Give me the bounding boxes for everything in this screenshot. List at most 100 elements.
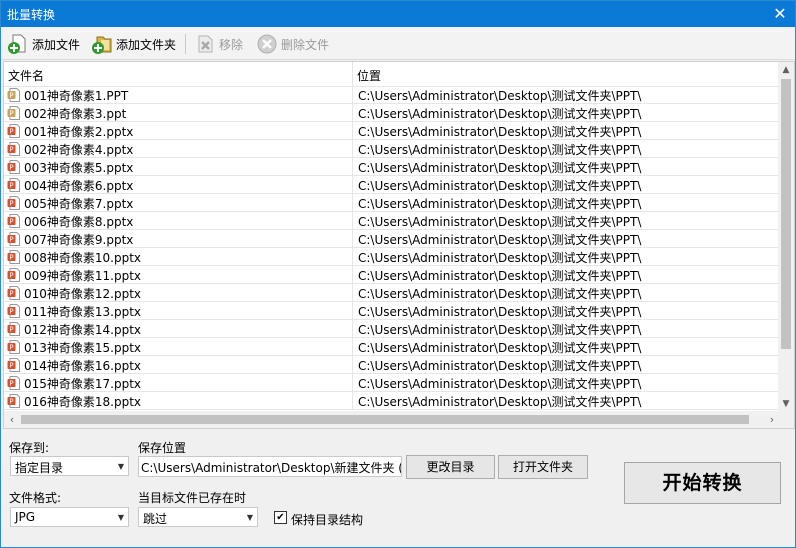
file-list[interactable]: 文件名 位置 P 001神奇像素1.PPT C:\Users\Administrat…	[3, 61, 795, 429]
file-path-cell: C:\Users\Administrator\Desktop\测试文件夹\PPT…	[358, 179, 642, 193]
pptx-file-icon: P	[7, 286, 20, 300]
table-row[interactable]: P 012神奇像素14.pptx C:\Users\Administrator\De…	[4, 320, 780, 338]
svg-text:P: P	[9, 164, 13, 172]
scroll-right-icon[interactable]: ›	[764, 411, 780, 428]
svg-text:P: P	[9, 380, 13, 388]
column-divider[interactable]	[352, 62, 353, 86]
svg-text:P: P	[9, 398, 13, 406]
cell-divider	[352, 320, 353, 338]
svg-text:P: P	[9, 182, 13, 190]
file-name-cell: 009神奇像素11.pptx	[24, 269, 142, 283]
keep-structure-checkbox[interactable]: ✔	[274, 511, 287, 524]
file-format-select[interactable]: JPG ▼	[10, 507, 129, 527]
dropdown-arrow-icon: ▼	[246, 513, 253, 522]
table-row[interactable]: P 002神奇像素4.pptx C:\Users\Administrator\Des…	[4, 140, 780, 158]
file-exists-value: 跳过	[143, 512, 168, 526]
file-path-cell: C:\Users\Administrator\Desktop\测试文件夹\PPT…	[358, 161, 642, 175]
table-row[interactable]: P 004神奇像素6.pptx C:\Users\Administrator\Des…	[4, 176, 780, 194]
delete-file-button[interactable]: 删除文件	[256, 32, 329, 56]
svg-text:P: P	[9, 146, 13, 154]
remove-button[interactable]: 移除	[194, 32, 243, 56]
horizontal-scrollbar[interactable]: ‹ ›	[4, 411, 794, 428]
table-row[interactable]: P 011神奇像素13.pptx C:\Users\Administrator\De…	[4, 302, 780, 320]
pptx-file-icon: P	[7, 232, 20, 246]
pptx-file-icon: P	[7, 304, 20, 318]
cell-divider	[352, 122, 353, 140]
cell-divider	[352, 212, 353, 230]
save-to-select[interactable]: 指定目录 ▼	[10, 456, 129, 476]
cell-divider	[352, 374, 353, 392]
file-rows: P 001神奇像素1.PPT C:\Users\Administrator\Desk…	[4, 86, 780, 412]
vertical-scroll-thumb[interactable]	[781, 79, 791, 349]
ppt-file-icon: P	[7, 106, 20, 120]
file-name-cell: 007神奇像素9.pptx	[24, 233, 134, 247]
cell-divider	[352, 248, 353, 266]
pptx-file-icon: P	[7, 376, 20, 390]
close-icon[interactable]: ✕	[765, 1, 795, 27]
open-folder-button[interactable]: 打开文件夹	[498, 455, 588, 479]
file-path-cell: C:\Users\Administrator\Desktop\测试文件夹\PPT…	[358, 341, 642, 355]
pptx-file-icon: P	[7, 160, 20, 174]
table-row[interactable]: P 001神奇像素1.PPT C:\Users\Administrator\Desk…	[4, 86, 780, 104]
table-row[interactable]: P 003神奇像素5.pptx C:\Users\Administrator\Des…	[4, 158, 780, 176]
file-path-cell: C:\Users\Administrator\Desktop\测试文件夹\PPT…	[358, 269, 642, 283]
save-location-value: C:\Users\Administrator\Desktop\新建文件夹 (2)	[141, 461, 402, 475]
scroll-up-icon[interactable]: ▲	[778, 62, 794, 78]
file-path-cell: C:\Users\Administrator\Desktop\测试文件夹\PPT…	[358, 143, 642, 157]
add-folder-button[interactable]: 添加文件夹	[91, 32, 176, 56]
pptx-file-icon: P	[7, 268, 20, 282]
table-row[interactable]: P 014神奇像素16.pptx C:\Users\Administrator\De…	[4, 356, 780, 374]
start-convert-button[interactable]: 开始转换	[624, 462, 781, 504]
remove-icon	[198, 35, 213, 53]
scroll-down-icon[interactable]: ▼	[778, 396, 794, 412]
cell-divider	[352, 302, 353, 320]
scroll-left-icon[interactable]: ‹	[4, 411, 20, 428]
svg-text:P: P	[9, 272, 13, 280]
svg-text:P: P	[9, 308, 13, 316]
file-name-cell: 001神奇像素1.PPT	[24, 89, 129, 103]
vertical-scrollbar[interactable]: ▲ ▼	[778, 62, 794, 412]
pptx-file-icon: P	[7, 142, 20, 156]
change-directory-button[interactable]: 更改目录	[406, 455, 495, 479]
save-to-label: 保存到:	[9, 441, 50, 455]
pptx-file-icon: P	[7, 178, 20, 192]
file-name-cell: 011神奇像素13.pptx	[24, 305, 142, 319]
dropdown-arrow-icon: ▼	[117, 462, 124, 471]
save-location-field[interactable]: C:\Users\Administrator\Desktop\新建文件夹 (2)	[138, 456, 402, 477]
save-to-value: 指定目录	[15, 461, 64, 475]
cell-divider	[352, 176, 353, 194]
file-path-cell: C:\Users\Administrator\Desktop\测试文件夹\PPT…	[358, 251, 642, 265]
table-row[interactable]: P 002神奇像素3.ppt C:\Users\Administrator\Desk…	[4, 104, 780, 122]
file-path-cell: C:\Users\Administrator\Desktop\测试文件夹\PPT…	[358, 89, 642, 103]
file-name-cell: 015神奇像素17.pptx	[24, 377, 142, 391]
table-row[interactable]: P 008神奇像素10.pptx C:\Users\Administrator\De…	[4, 248, 780, 266]
file-name-cell: 002神奇像素4.pptx	[24, 143, 134, 157]
remove-label: 移除	[219, 37, 244, 52]
table-row[interactable]: P 016神奇像素18.pptx C:\Users\Administrator\De…	[4, 392, 780, 410]
keep-structure-label[interactable]: 保持目录结构	[291, 511, 363, 528]
table-row[interactable]: P 001神奇像素2.pptx C:\Users\Administrator\Des…	[4, 122, 780, 140]
table-row[interactable]: P 006神奇像素8.pptx C:\Users\Administrator\Des…	[4, 212, 780, 230]
file-path-cell: C:\Users\Administrator\Desktop\测试文件夹\PPT…	[358, 107, 642, 121]
add-file-icon	[8, 34, 26, 54]
pptx-file-icon: P	[7, 196, 20, 210]
add-folder-icon	[92, 36, 112, 54]
table-row[interactable]: P 010神奇像素12.pptx C:\Users\Administrator\De…	[4, 284, 780, 302]
column-header-name[interactable]: 文件名	[8, 67, 44, 84]
file-name-cell: 016神奇像素18.pptx	[24, 395, 142, 409]
ppt-file-icon: P	[7, 88, 20, 102]
add-file-button[interactable]: 添加文件	[7, 32, 80, 56]
file-name-cell: 013神奇像素15.pptx	[24, 341, 142, 355]
horizontal-scroll-thumb[interactable]	[21, 415, 749, 424]
table-row[interactable]: P 013神奇像素15.pptx C:\Users\Administrator\De…	[4, 338, 780, 356]
table-row[interactable]: P 009神奇像素11.pptx C:\Users\Administrator\De…	[4, 266, 780, 284]
table-row[interactable]: P 007神奇像素9.pptx C:\Users\Administrator\Des…	[4, 230, 780, 248]
file-path-cell: C:\Users\Administrator\Desktop\测试文件夹\PPT…	[358, 323, 642, 337]
list-header: 文件名 位置	[4, 62, 780, 87]
cell-divider	[352, 356, 353, 374]
svg-text:P: P	[9, 344, 13, 352]
column-header-path[interactable]: 位置	[357, 67, 381, 84]
file-exists-select[interactable]: 跳过 ▼	[138, 507, 258, 527]
table-row[interactable]: P 015神奇像素17.pptx C:\Users\Administrator\De…	[4, 374, 780, 392]
table-row[interactable]: P 005神奇像素7.pptx C:\Users\Administrator\Des…	[4, 194, 780, 212]
